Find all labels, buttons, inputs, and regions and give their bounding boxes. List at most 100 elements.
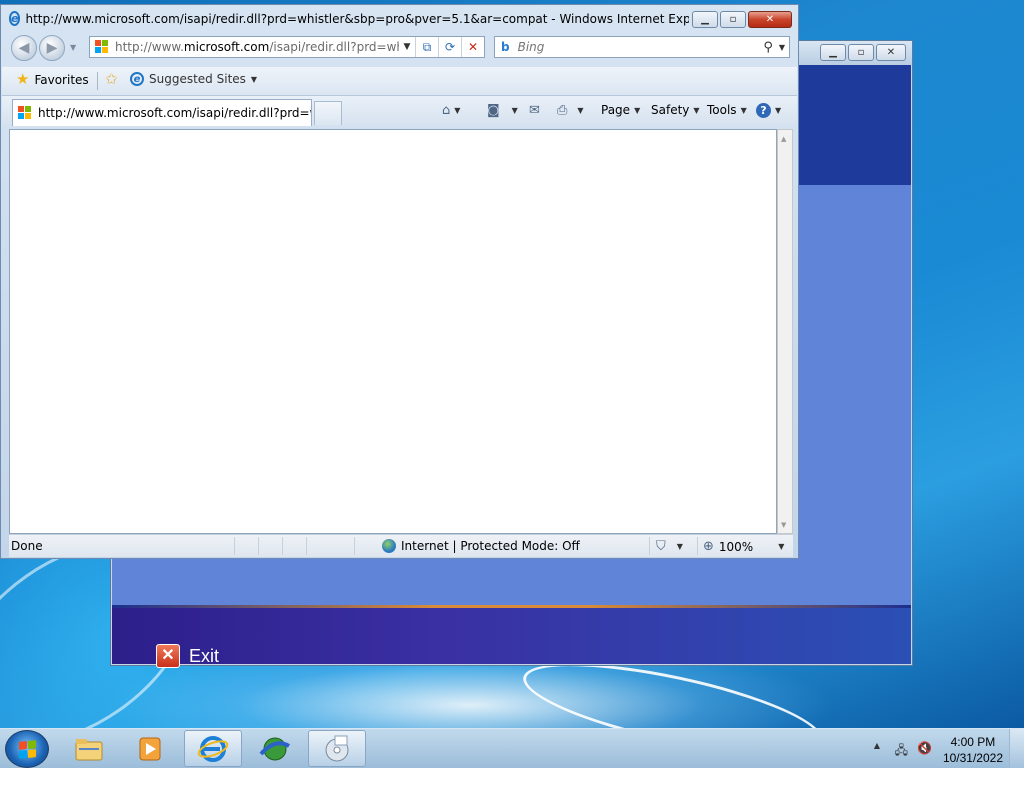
taskbar-network-app[interactable]: [246, 730, 304, 767]
taskbar: ▲ 🖧 🔇 4:00 PM 10/31/2022: [0, 728, 1024, 768]
network-icon[interactable]: 🖧: [895, 741, 908, 762]
chevron-down-icon: ▼: [511, 106, 518, 115]
separator: [282, 537, 283, 555]
home-icon: ⌂: [442, 103, 451, 118]
chevron-down-icon: ▼: [676, 542, 683, 551]
search-dropdown-icon[interactable]: ▼: [779, 43, 785, 52]
popup-blocker-button[interactable]: ⛉ ▼: [656, 539, 683, 554]
address-input[interactable]: http://www.microsoft.com/isapi/redir.dll…: [115, 40, 399, 54]
security-zone-label: Internet | Protected Mode: Off: [401, 539, 580, 553]
back-button[interactable]: ◀: [11, 35, 37, 61]
home-button[interactable]: ⌂ ▼: [442, 103, 460, 118]
ie-page-icon: e: [130, 72, 144, 86]
scroll-down-icon[interactable]: ▼: [781, 521, 786, 529]
chevron-down-icon: ▼: [634, 105, 641, 115]
minimize-button[interactable]: ▁: [692, 11, 718, 28]
taskbar-internet-explorer[interactable]: [184, 730, 242, 767]
separator: [697, 537, 698, 555]
close-button[interactable]: ✕: [876, 44, 906, 61]
folder-icon: [75, 738, 103, 760]
rss-feed-icon: ◙: [487, 103, 500, 118]
add-to-favorites-bar-button[interactable]: ✩: [105, 72, 118, 87]
safety-menu[interactable]: Safety ▼: [651, 103, 700, 117]
internet-globe-icon: [382, 539, 396, 553]
microsoft-logo-icon: [18, 106, 32, 120]
mail-icon: ✉: [529, 103, 540, 118]
refresh-button[interactable]: ⟳: [438, 37, 461, 57]
favorites-star-icon: ★: [16, 70, 30, 88]
search-box[interactable]: b ⚲ ▼: [494, 36, 790, 58]
page-menu-label: Page: [601, 103, 631, 117]
search-input[interactable]: [515, 39, 764, 55]
tab-label: http://www.microsoft.com/isapi/redir.dll…: [38, 106, 312, 120]
security-zone[interactable]: Internet | Protected Mode: Off: [382, 539, 580, 553]
search-icon[interactable]: ⚲: [763, 40, 773, 55]
media-player-icon: [139, 737, 161, 760]
separator: [306, 537, 307, 555]
maximize-button[interactable]: ▫: [720, 11, 746, 28]
taskbar-setup-disc[interactable]: [308, 730, 366, 767]
chevron-down-icon: ▼: [577, 106, 584, 115]
close-button[interactable]: ✕: [748, 11, 792, 28]
zoom-level: 100%: [718, 539, 754, 554]
address-bar[interactable]: http://www.microsoft.com/isapi/redir.dll…: [89, 36, 485, 58]
address-dropdown-icon[interactable]: ▼: [399, 42, 415, 52]
forward-button[interactable]: ▶: [39, 35, 65, 61]
safety-menu-label: Safety: [651, 103, 690, 117]
compatibility-view-button[interactable]: ⧉: [415, 37, 438, 57]
separator: [354, 537, 355, 555]
separator: [649, 537, 650, 555]
clock-time: 4:00 PM: [950, 735, 996, 749]
separator: [258, 537, 259, 555]
chevron-down-icon: ▼: [454, 106, 461, 115]
exit-label: Exit: [189, 645, 220, 666]
feeds-button[interactable]: ◙ ▼: [487, 103, 518, 118]
exit-button[interactable]: ✕ Exit: [156, 644, 219, 668]
help-icon: ?: [756, 103, 771, 118]
page-menu[interactable]: Page ▼: [601, 103, 640, 117]
show-desktop-button[interactable]: [1009, 729, 1024, 768]
tools-menu[interactable]: Tools ▼: [707, 103, 747, 117]
stop-button[interactable]: ✕: [461, 37, 484, 57]
chevron-down-icon: ▼: [250, 74, 258, 84]
footer-panel: ✕ Exit: [112, 608, 911, 668]
chevron-down-icon: ▼: [778, 542, 785, 551]
clock[interactable]: 4:00 PM 10/31/2022: [943, 734, 1003, 766]
show-hidden-icons-button[interactable]: ▲: [874, 741, 880, 750]
window-title: e http://www.microsoft.com/isapi/redir.d…: [9, 11, 689, 26]
windows-logo-icon: [19, 740, 36, 759]
zoom-button[interactable]: ⊕ 100% ▼: [703, 539, 784, 554]
suggested-sites-button[interactable]: e Suggested Sites ▼: [130, 72, 257, 86]
ie-logo-icon: e: [9, 11, 21, 26]
separator: [234, 537, 235, 555]
taskbar-explorer[interactable]: [60, 730, 118, 767]
volume-muted-icon[interactable]: 🔇: [917, 741, 932, 755]
help-menu[interactable]: ? ▼: [756, 103, 781, 118]
clock-date: 10/31/2022: [942, 751, 1003, 765]
tab-active[interactable]: http://www.microsoft.com/isapi/redir.dll…: [12, 99, 312, 126]
new-tab-button[interactable]: [314, 101, 342, 125]
add-favorite-icon: ✩: [105, 70, 118, 88]
page-content-area[interactable]: [9, 129, 777, 534]
navigation-row: ◀ ▶ ▼ http://www.microsoft.com/isapi/red…: [9, 35, 790, 61]
start-button[interactable]: [5, 730, 49, 768]
printer-icon: ⎙: [557, 103, 568, 118]
close-icon: ✕: [156, 644, 180, 668]
minimize-button[interactable]: ▁: [820, 44, 846, 61]
recent-pages-dropdown-icon[interactable]: ▼: [70, 43, 76, 52]
separator: [97, 72, 98, 90]
taskbar-media-player[interactable]: [121, 730, 179, 767]
internet-explorer-icon: [197, 735, 229, 762]
ie-window[interactable]: e http://www.microsoft.com/isapi/redir.d…: [0, 4, 799, 559]
status-text-label: Done: [11, 539, 43, 553]
zoom-icon: ⊕: [703, 539, 714, 554]
favorites-button[interactable]: ★ Favorites: [16, 72, 89, 87]
vertical-scrollbar[interactable]: ▲ ▼: [777, 129, 793, 534]
status-bar: Done Internet | Protected Mode: Off ⛉ ▼ ⊕…: [9, 534, 793, 557]
read-mail-button[interactable]: ✉: [529, 103, 540, 118]
scroll-up-icon[interactable]: ▲: [781, 135, 786, 143]
print-button[interactable]: ⎙ ▼: [557, 103, 584, 118]
favorites-bar: ★ Favorites ✩ e Suggested Sites ▼: [2, 67, 797, 96]
suggested-sites-label: Suggested Sites: [149, 72, 246, 86]
maximize-button[interactable]: ▫: [848, 44, 874, 61]
